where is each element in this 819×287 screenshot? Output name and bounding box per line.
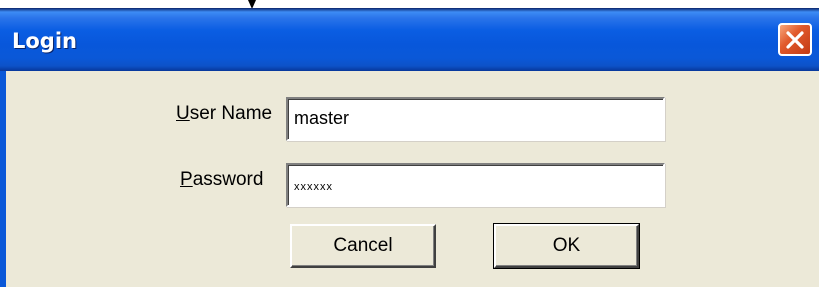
ok-button[interactable]: OK bbox=[493, 223, 640, 269]
cancel-button[interactable]: Cancel bbox=[290, 224, 436, 268]
window-title: Login bbox=[12, 29, 77, 53]
dialog-body: User Name master Password xxxxxx Cancel … bbox=[0, 71, 819, 287]
username-field[interactable]: master bbox=[286, 97, 665, 141]
password-field[interactable]: xxxxxx bbox=[286, 163, 665, 207]
password-label: Password bbox=[180, 169, 264, 190]
close-icon bbox=[786, 30, 804, 49]
login-dialog: Login User Name master Password xxxxxx C… bbox=[0, 8, 819, 287]
password-value: xxxxxx bbox=[294, 181, 333, 193]
window-left-border bbox=[0, 71, 6, 287]
username-label: User Name bbox=[176, 103, 273, 124]
close-button[interactable] bbox=[778, 23, 812, 56]
username-value: master bbox=[294, 108, 350, 128]
screen: Login User Name master Password xxxxxx C… bbox=[0, 0, 819, 287]
title-bar[interactable]: Login bbox=[0, 8, 819, 71]
